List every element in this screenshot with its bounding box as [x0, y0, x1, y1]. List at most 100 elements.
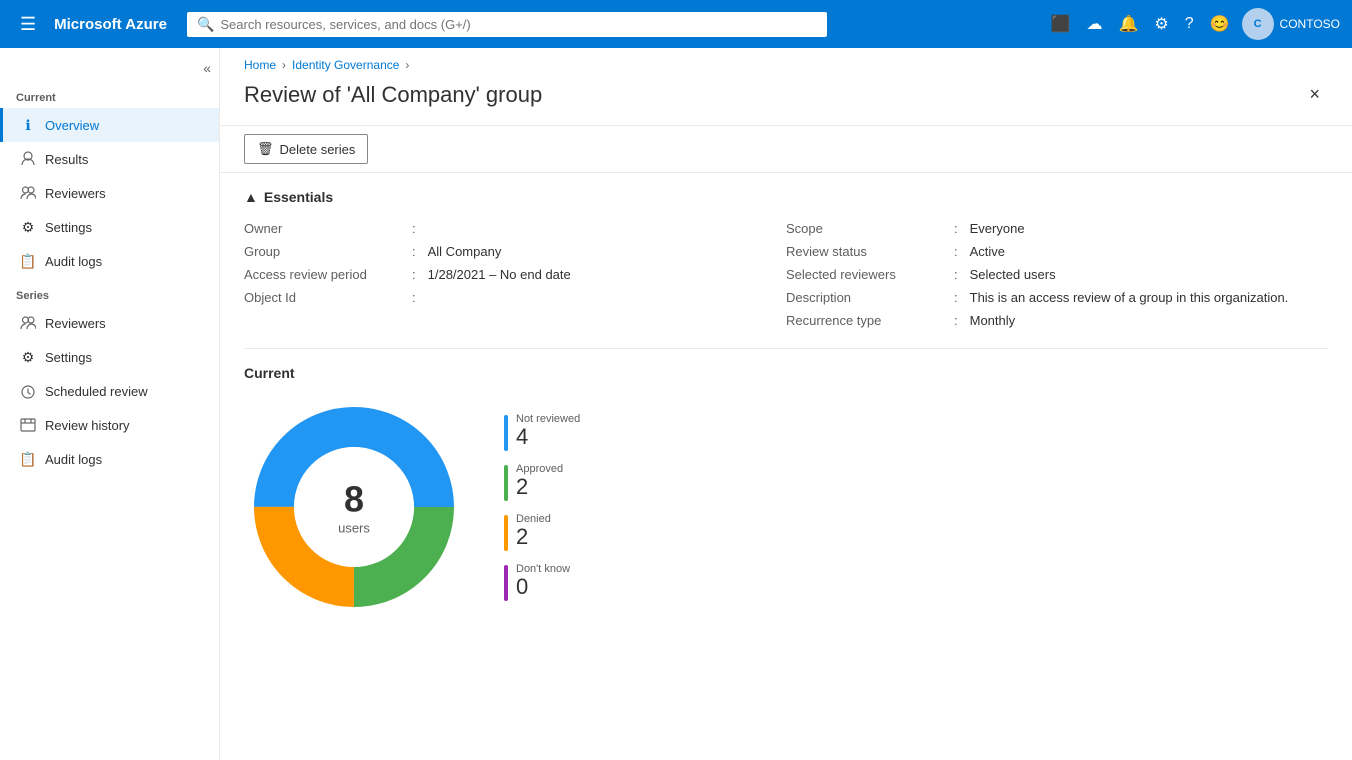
feedback-icon[interactable]: ☁	[1082, 10, 1106, 38]
essentials-col-right: Scope : Everyone Review status : Active …	[786, 217, 1328, 332]
main-layout: « Current ℹ Overview Results Reviewers ⚙…	[0, 48, 1352, 760]
results-icon	[19, 150, 37, 168]
legend-text-dont-know: Don't know 0	[516, 563, 570, 599]
essentials-row-period: Access review period : 1/28/2021 – No en…	[244, 263, 786, 286]
legend-text-not-reviewed: Not reviewed 4	[516, 413, 580, 449]
sidebar-item-scheduled-review[interactable]: Scheduled review	[0, 374, 219, 408]
sidebar-item-label: Audit logs	[45, 452, 102, 467]
brand-name: Microsoft Azure	[54, 16, 167, 33]
sidebar-item-reviewers-current[interactable]: Reviewers	[0, 176, 219, 210]
essentials-value-description: This is an access review of a group in t…	[970, 290, 1289, 305]
audit-icon: 📋	[19, 252, 37, 270]
essentials-row-reviewers: Selected reviewers : Selected users	[786, 263, 1328, 286]
breadcrumb-sep-1: ›	[282, 58, 286, 72]
page-title: Review of 'All Company' group	[244, 82, 542, 108]
essentials-value-status: Active	[970, 244, 1005, 259]
essentials-row-recurrence: Recurrence type : Monthly	[786, 309, 1328, 332]
topnav-icons: ⬛ ☁ 🔔 ⚙ ? 😊 C CONTOSO	[1047, 8, 1340, 40]
delete-series-button[interactable]: 🗑 Delete series	[244, 134, 368, 164]
sidebar-collapse-btn[interactable]: «	[0, 56, 219, 80]
essentials-row-scope: Scope : Everyone	[786, 217, 1328, 240]
search-bar[interactable]: 🔍	[187, 12, 827, 37]
toolbar: 🗑 Delete series	[220, 125, 1352, 173]
essentials-value-period: 1/28/2021 – No end date	[428, 267, 571, 282]
current-section: Current	[220, 349, 1352, 633]
donut-svg	[244, 397, 464, 617]
sidebar-item-label: Review history	[45, 418, 130, 433]
sidebar-section-current: Current	[0, 80, 219, 108]
sidebar-item-label: Reviewers	[45, 316, 106, 331]
collapse-icon: «	[203, 60, 211, 76]
breadcrumb-identity-governance[interactable]: Identity Governance	[292, 58, 399, 72]
sidebar-item-reviewers-series[interactable]: Reviewers	[0, 306, 219, 340]
search-icon: 🔍	[197, 16, 214, 33]
settings-icon[interactable]: ⚙	[1150, 10, 1172, 38]
user-menu[interactable]: C CONTOSO	[1242, 8, 1340, 40]
essentials-value-recurrence: Monthly	[970, 313, 1016, 328]
page-header: Review of 'All Company' group ×	[220, 80, 1352, 125]
content-area: Home › Identity Governance › Review of '…	[220, 48, 1352, 760]
clock-icon	[19, 382, 37, 400]
essentials-collapse-icon: ▲	[244, 189, 258, 205]
settings-icon: ⚙	[19, 218, 37, 236]
sidebar-item-label: Settings	[45, 220, 92, 235]
sidebar-item-label: Overview	[45, 118, 99, 133]
essentials-label-status: Review status	[786, 244, 946, 259]
essentials-grid: Owner : Group : All Company Access revie…	[244, 217, 1328, 332]
essentials-row-status: Review status : Active	[786, 240, 1328, 263]
sidebar-item-review-history[interactable]: Review history	[0, 408, 219, 442]
sidebar-item-audit-logs-current[interactable]: 📋 Audit logs	[0, 244, 219, 278]
essentials-row-objectid: Object Id :	[244, 286, 786, 309]
notifications-icon[interactable]: 🔔	[1114, 10, 1142, 38]
essentials-label-period: Access review period	[244, 267, 404, 282]
legend-bar-denied	[504, 515, 508, 551]
cloud-shell-icon[interactable]: ⬛	[1047, 10, 1075, 38]
hamburger-icon[interactable]: ☰	[12, 10, 44, 39]
essentials-row-group: Group : All Company	[244, 240, 786, 263]
sidebar-item-settings-series[interactable]: ⚙ Settings	[0, 340, 219, 374]
legend-value-approved: 2	[516, 475, 563, 499]
essentials-label-owner: Owner	[244, 221, 404, 236]
help-icon[interactable]: ?	[1181, 11, 1198, 37]
legend-text-approved: Approved 2	[516, 463, 563, 499]
delete-series-label: Delete series	[280, 142, 356, 157]
essentials-label-objectid: Object Id	[244, 290, 404, 305]
legend-item-not-reviewed: Not reviewed 4	[504, 413, 580, 451]
breadcrumb: Home › Identity Governance ›	[220, 48, 1352, 80]
close-button[interactable]: ×	[1301, 80, 1328, 109]
essentials-header[interactable]: ▲ Essentials	[244, 189, 1328, 205]
sidebar-section-series: Series	[0, 278, 219, 306]
essentials-label-scope: Scope	[786, 221, 946, 236]
sidebar-item-overview[interactable]: ℹ Overview	[0, 108, 219, 142]
essentials-col-left: Owner : Group : All Company Access revie…	[244, 217, 786, 332]
essentials-value-group: All Company	[428, 244, 502, 259]
breadcrumb-home[interactable]: Home	[244, 58, 276, 72]
info-icon: ℹ	[19, 116, 37, 134]
reviewers-series-icon	[19, 314, 37, 332]
sidebar: « Current ℹ Overview Results Reviewers ⚙…	[0, 48, 220, 760]
sidebar-item-label: Settings	[45, 350, 92, 365]
chart-legend: Not reviewed 4 Approved 2	[504, 413, 580, 601]
legend-value-denied: 2	[516, 525, 551, 549]
legend-bar-approved	[504, 465, 508, 501]
legend-bar-dont-know	[504, 565, 508, 601]
search-input[interactable]	[220, 17, 817, 32]
legend-value-dont-know: 0	[516, 575, 570, 599]
emoji-icon[interactable]: 😊	[1206, 10, 1234, 38]
legend-item-denied: Denied 2	[504, 513, 580, 551]
sidebar-item-audit-logs-series[interactable]: 📋 Audit logs	[0, 442, 219, 476]
donut-chart: 8 users	[244, 397, 464, 617]
breadcrumb-sep-2: ›	[405, 58, 409, 72]
essentials-row-owner: Owner :	[244, 217, 786, 240]
essentials-section: ▲ Essentials Owner : Group : All Company	[220, 173, 1352, 348]
legend-value-not-reviewed: 4	[516, 425, 580, 449]
essentials-row-description: Description : This is an access review o…	[786, 286, 1328, 309]
sidebar-item-results[interactable]: Results	[0, 142, 219, 176]
legend-bar-not-reviewed	[504, 415, 508, 451]
sidebar-item-settings-current[interactable]: ⚙ Settings	[0, 210, 219, 244]
history-icon	[19, 416, 37, 434]
essentials-heading: Essentials	[264, 189, 333, 205]
essentials-label-group: Group	[244, 244, 404, 259]
sidebar-item-label: Results	[45, 152, 88, 167]
sidebar-item-label: Audit logs	[45, 254, 102, 269]
